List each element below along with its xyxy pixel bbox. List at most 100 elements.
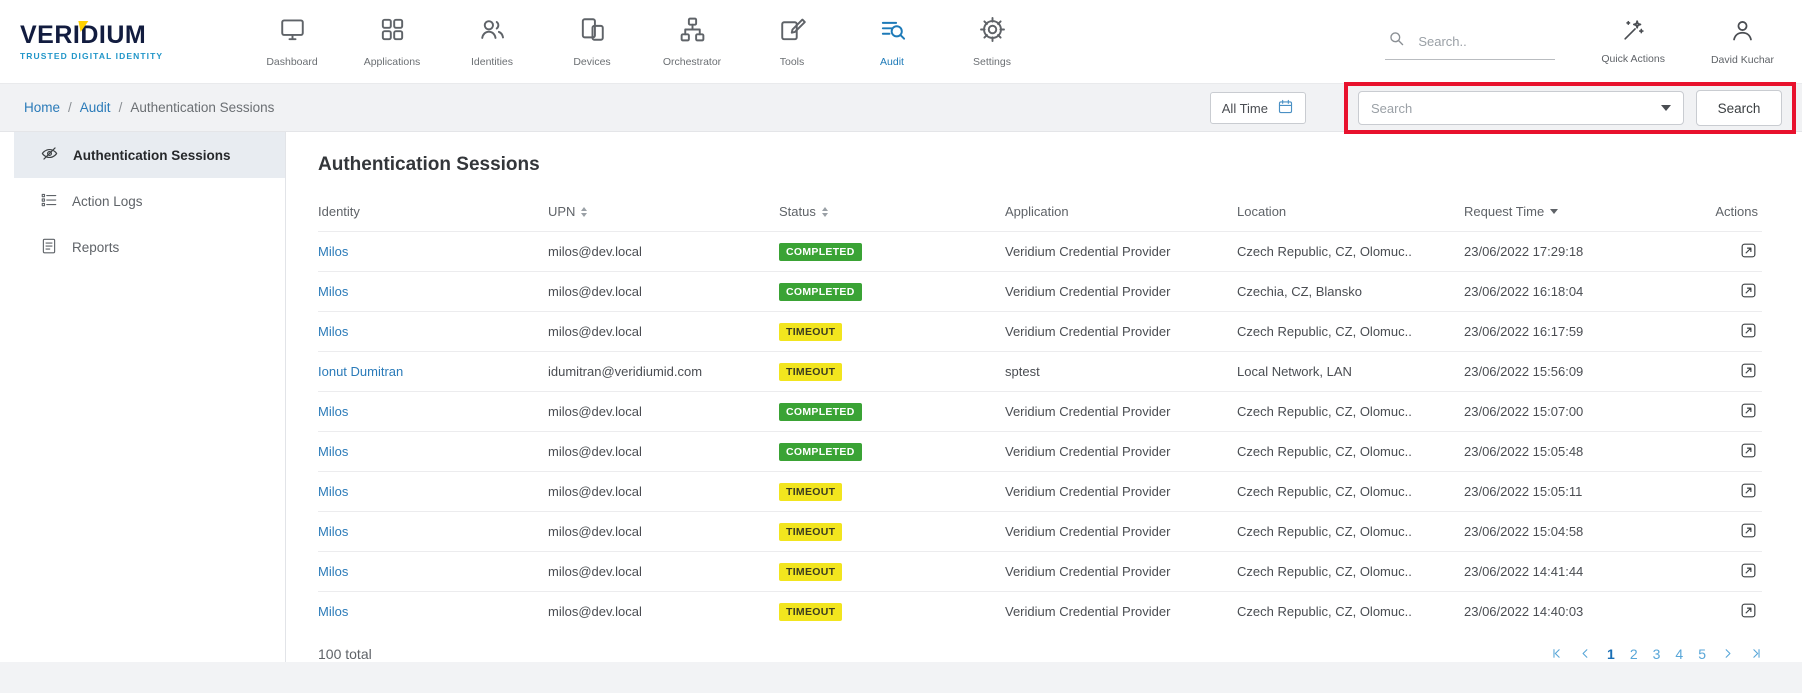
location-cell: Czech Republic, CZ, Olomuc..: [1237, 512, 1464, 552]
page-number[interactable]: 1: [1607, 646, 1615, 662]
last-page-icon[interactable]: [1749, 647, 1762, 660]
page-number[interactable]: 4: [1675, 646, 1683, 662]
nav-item-dashboard[interactable]: Dashboard: [242, 15, 342, 68]
identity-link[interactable]: Milos: [318, 484, 348, 499]
col-upn[interactable]: UPN: [548, 194, 779, 232]
highlight-annotation-box: Search Search: [1344, 82, 1796, 134]
identity-link[interactable]: Milos: [318, 524, 348, 539]
time-range-button[interactable]: All Time: [1210, 92, 1306, 124]
quick-actions-label: Quick Actions: [1601, 53, 1665, 65]
request-time-cell: 23/06/2022 15:04:58: [1464, 512, 1704, 552]
col-status[interactable]: Status: [779, 194, 1005, 232]
table-row: Milos milos@dev.local TIMEOUT Veridium C…: [318, 592, 1762, 632]
sidebar-item-reports[interactable]: Reports: [14, 224, 285, 270]
upn-cell: milos@dev.local: [548, 552, 779, 592]
col-location[interactable]: Location: [1237, 194, 1464, 232]
quick-actions-button[interactable]: Quick Actions: [1601, 18, 1665, 65]
search-icon: [1387, 29, 1406, 53]
nav-label: Applications: [364, 56, 421, 68]
identity-link[interactable]: Ionut Dumitran: [318, 364, 403, 379]
nav-item-audit[interactable]: Audit: [842, 15, 942, 68]
status-badge: COMPLETED: [779, 243, 862, 261]
nav-item-applications[interactable]: Applications: [342, 15, 442, 68]
view-session-icon[interactable]: [1739, 481, 1758, 500]
identity-link[interactable]: Milos: [318, 604, 348, 619]
sidebar-item-action-logs[interactable]: Action Logs: [14, 178, 285, 224]
col-application[interactable]: Application: [1005, 194, 1237, 232]
identities-icon: [478, 15, 507, 49]
application-cell: Veridium Credential Provider: [1005, 592, 1237, 632]
sidebar-item-label: Action Logs: [72, 194, 143, 209]
content-area: Authentication Sessions Action Logs Repo…: [0, 132, 1802, 662]
table-row: Milos milos@dev.local TIMEOUT Veridium C…: [318, 472, 1762, 512]
sub-bar: Home / Audit / Authentication Sessions A…: [0, 84, 1802, 132]
search-filter-dropdown[interactable]: Search: [1358, 91, 1684, 125]
settings-gear-icon: [978, 15, 1007, 49]
view-session-icon[interactable]: [1739, 361, 1758, 380]
upn-cell: milos@dev.local: [548, 592, 779, 632]
nav-item-orchestrator[interactable]: Orchestrator: [642, 15, 742, 68]
identity-link[interactable]: Milos: [318, 244, 348, 259]
table-row: Ionut Dumitran idumitran@veridiumid.com …: [318, 352, 1762, 392]
breadcrumb-separator: /: [68, 100, 72, 115]
identity-link[interactable]: Milos: [318, 284, 348, 299]
status-badge: TIMEOUT: [779, 563, 842, 581]
page-number[interactable]: 5: [1698, 646, 1706, 662]
dashboard-icon: [278, 15, 307, 49]
first-page-icon[interactable]: [1551, 647, 1564, 660]
request-time-cell: 23/06/2022 14:41:44: [1464, 552, 1704, 592]
user-name-label: David Kuchar: [1711, 54, 1774, 66]
identity-link[interactable]: Milos: [318, 444, 348, 459]
search-filter-placeholder: Search: [1371, 101, 1412, 116]
next-page-icon[interactable]: [1721, 647, 1734, 660]
status-badge: COMPLETED: [779, 283, 862, 301]
col-identity[interactable]: Identity: [318, 194, 548, 232]
page-number[interactable]: 2: [1630, 646, 1638, 662]
breadcrumb-home-link[interactable]: Home: [24, 100, 60, 115]
view-session-icon[interactable]: [1739, 441, 1758, 460]
nav-item-settings[interactable]: Settings: [942, 15, 1042, 68]
user-menu[interactable]: David Kuchar: [1711, 17, 1774, 66]
logo-tagline: TRUSTED DIGITAL IDENTITY: [20, 51, 196, 61]
request-time-cell: 23/06/2022 15:56:09: [1464, 352, 1704, 392]
identity-link[interactable]: Milos: [318, 324, 348, 339]
view-session-icon[interactable]: [1739, 281, 1758, 300]
status-badge: COMPLETED: [779, 403, 862, 421]
location-cell: Czech Republic, CZ, Olomuc..: [1237, 232, 1464, 272]
table-row: Milos milos@dev.local TIMEOUT Veridium C…: [318, 552, 1762, 592]
table-header-row: Identity UPN Status Application Location…: [318, 194, 1762, 232]
view-session-icon[interactable]: [1739, 561, 1758, 580]
identity-link[interactable]: Milos: [318, 404, 348, 419]
nav-item-devices[interactable]: Devices: [542, 15, 642, 68]
col-request-time[interactable]: Request Time: [1464, 194, 1704, 232]
time-range-label: All Time: [1222, 101, 1268, 116]
page-number[interactable]: 3: [1653, 646, 1661, 662]
view-session-icon[interactable]: [1739, 401, 1758, 420]
previous-page-icon[interactable]: [1579, 647, 1592, 660]
view-session-icon[interactable]: [1739, 601, 1758, 620]
nav-item-tools[interactable]: Tools: [742, 15, 842, 68]
application-cell: Veridium Credential Provider: [1005, 552, 1237, 592]
table-row: Milos milos@dev.local TIMEOUT Veridium C…: [318, 312, 1762, 352]
upn-cell: milos@dev.local: [548, 312, 779, 352]
global-search-input[interactable]: [1416, 33, 1536, 50]
table-row: Milos milos@dev.local COMPLETED Veridium…: [318, 232, 1762, 272]
status-badge: TIMEOUT: [779, 523, 842, 541]
reports-icon: [40, 237, 58, 258]
orchestrator-icon: [678, 15, 707, 49]
view-session-icon[interactable]: [1739, 521, 1758, 540]
sidebar-item-authentication-sessions[interactable]: Authentication Sessions: [14, 132, 285, 178]
view-session-icon[interactable]: [1739, 241, 1758, 260]
breadcrumb-audit-link[interactable]: Audit: [80, 100, 111, 115]
page-title: Authentication Sessions: [318, 154, 1762, 176]
top-right-tools: Quick Actions David Kuchar: [1385, 17, 1774, 66]
application-cell: Veridium Credential Provider: [1005, 472, 1237, 512]
application-cell: Veridium Credential Provider: [1005, 512, 1237, 552]
status-badge: TIMEOUT: [779, 483, 842, 501]
request-time-cell: 23/06/2022 15:05:11: [1464, 472, 1704, 512]
search-button[interactable]: Search: [1696, 90, 1782, 126]
breadcrumb-separator: /: [119, 100, 123, 115]
identity-link[interactable]: Milos: [318, 564, 348, 579]
nav-item-identities[interactable]: Identities: [442, 15, 542, 68]
view-session-icon[interactable]: [1739, 321, 1758, 340]
